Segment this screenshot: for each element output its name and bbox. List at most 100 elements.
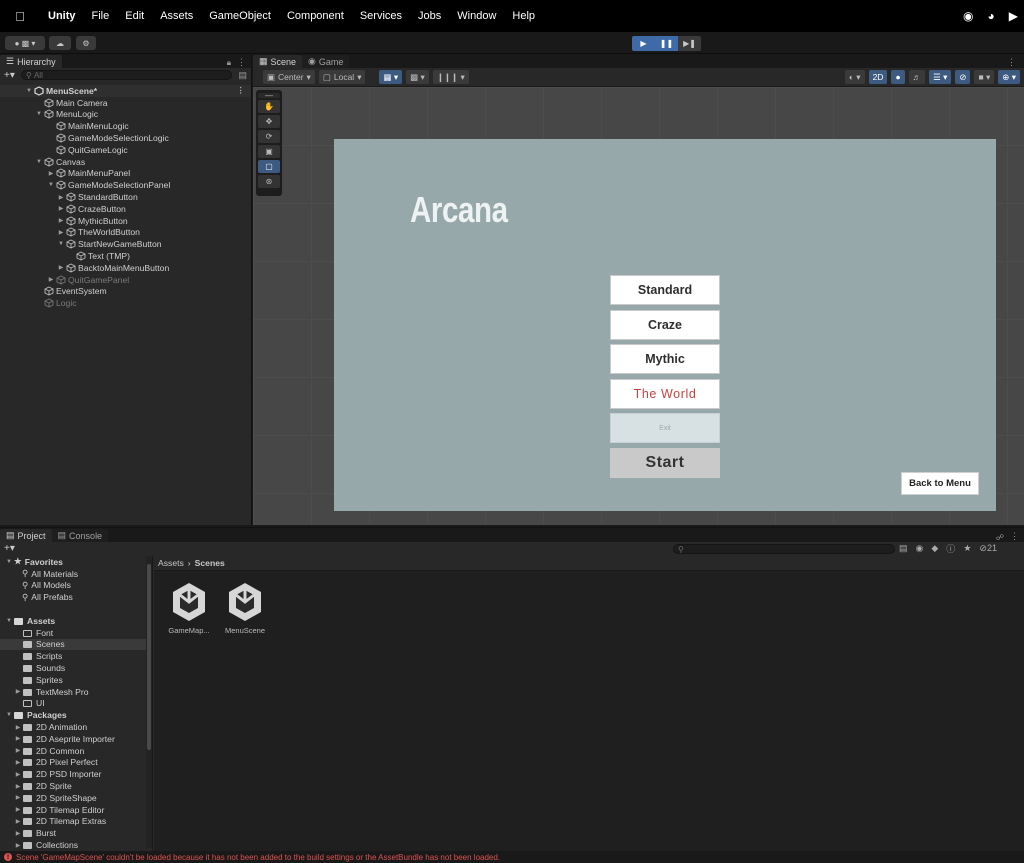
- collapsed-arrow-icon[interactable]: ▶: [13, 747, 23, 754]
- tag-icon[interactable]: ◆: [931, 543, 938, 554]
- account-button[interactable]: ● ▩ ▾: [5, 36, 45, 50]
- settings-button[interactable]: ⚙: [76, 36, 96, 50]
- project-search-input[interactable]: ⚲: [673, 544, 895, 554]
- assets-section[interactable]: ▼ Assets: [0, 615, 152, 627]
- collapsed-arrow-icon[interactable]: ▶: [13, 806, 23, 813]
- tree-item-quitgamepanel[interactable]: ▶ QuitGamePanel: [0, 274, 251, 286]
- folder-scripts[interactable]: Scripts: [0, 650, 152, 662]
- folder-scenes[interactable]: Scenes: [0, 638, 152, 651]
- back-to-menu-button[interactable]: Back to Menu: [901, 472, 979, 495]
- menu-gameobject[interactable]: GameObject: [201, 0, 279, 32]
- folder-font[interactable]: Font: [0, 627, 152, 639]
- hierarchy-search-input[interactable]: ⚲ All: [20, 70, 233, 80]
- exit-button[interactable]: Exit: [610, 413, 720, 443]
- collapsed-arrow-icon[interactable]: ▶: [13, 783, 23, 790]
- breadcrumb-assets[interactable]: Assets: [158, 558, 184, 568]
- favorite-all-models[interactable]: ⚲ All Models: [0, 580, 152, 592]
- more-options-icon[interactable]: ⋮: [1007, 57, 1016, 68]
- space-dropdown[interactable]: ▢ Local ▾: [318, 70, 366, 84]
- grid-snap-button[interactable]: ▦ ▾: [379, 70, 403, 84]
- tree-item-backtomainmenubutton[interactable]: ▶ BacktoMainMenuButton: [0, 262, 251, 274]
- standard-button[interactable]: Standard: [610, 275, 720, 305]
- scene-menu-icon[interactable]: ⋮: [236, 85, 245, 96]
- expand-arrow-icon[interactable]: ▼: [24, 88, 34, 94]
- packages-section[interactable]: ▼ Packages: [0, 709, 152, 721]
- favorite-all-prefabs[interactable]: ⚲ All Prefabs: [0, 591, 152, 603]
- favorites-section[interactable]: ▼ ★ Favorites: [0, 556, 152, 568]
- menu-file[interactable]: File: [84, 0, 118, 32]
- expand-arrow-icon[interactable]: ▼: [34, 111, 44, 117]
- tab-game[interactable]: ◉ Game: [302, 55, 350, 68]
- transform-tool-icon[interactable]: ⊛: [258, 175, 280, 188]
- tree-item-mainmenulogic[interactable]: MainMenuLogic: [0, 120, 251, 132]
- folder-ui[interactable]: UI: [0, 698, 152, 710]
- folder-textmesh-pro[interactable]: ▶ TextMesh Pro: [0, 686, 152, 698]
- package-item[interactable]: ▶ 2D Tilemap Editor: [0, 804, 152, 816]
- tree-item-menulogic[interactable]: ▼ MenuLogic: [0, 109, 251, 121]
- tree-item-theworldbutton[interactable]: ▶ TheWorldButton: [0, 227, 251, 239]
- camera-button[interactable]: ■ ▾: [974, 70, 995, 84]
- tree-item-logic[interactable]: Logic: [0, 297, 251, 309]
- info-icon[interactable]: ⓘ: [946, 542, 955, 555]
- scene-canvas[interactable]: Arcana Standard Craze Mythic The World E…: [253, 87, 1024, 525]
- tab-hierarchy[interactable]: ☰ Hierarchy: [0, 55, 62, 68]
- menu-assets[interactable]: Assets: [152, 0, 201, 32]
- draw-mode-button[interactable]: ◐ ▾: [844, 70, 865, 84]
- package-item[interactable]: ▶ 2D Tilemap Extras: [0, 816, 152, 828]
- breadcrumb-scenes[interactable]: Scenes: [195, 558, 225, 568]
- tree-item-crazebutton[interactable]: ▶ CrazeButton: [0, 203, 251, 215]
- tree-item-startnewgamebutton[interactable]: ▼ StartNewGameButton: [0, 238, 251, 250]
- scale-tool-icon[interactable]: ▣: [258, 145, 280, 158]
- mode-2d-toggle[interactable]: 2D: [868, 70, 888, 84]
- menu-window[interactable]: Window: [449, 0, 504, 32]
- align-button[interactable]: ❙❙❙ ▾: [432, 70, 469, 84]
- collapsed-arrow-icon[interactable]: ▶: [56, 264, 66, 271]
- cloud-button[interactable]: ☁: [49, 36, 71, 50]
- collapsed-arrow-icon[interactable]: ▶: [13, 794, 23, 801]
- package-item[interactable]: ▶ 2D Sprite: [0, 780, 152, 792]
- package-item[interactable]: ▶ 2D Pixel Perfect: [0, 757, 152, 769]
- step-button[interactable]: ▶❚: [678, 36, 701, 51]
- tree-item-eventsystem[interactable]: EventSystem: [0, 286, 251, 298]
- search-options-icon[interactable]: ▤: [238, 70, 247, 81]
- expand-arrow-icon[interactable]: ▼: [34, 159, 44, 165]
- collapsed-arrow-icon[interactable]: ▶: [13, 724, 23, 731]
- start-button[interactable]: Start: [610, 448, 720, 478]
- search-by-label-icon[interactable]: ◉: [916, 543, 924, 554]
- collapsed-arrow-icon[interactable]: ▶: [56, 229, 66, 236]
- package-item[interactable]: ▶ 2D Common: [0, 745, 152, 757]
- collapsed-arrow-icon[interactable]: ▶: [13, 759, 23, 766]
- collapsed-arrow-icon[interactable]: ▶: [13, 688, 23, 695]
- menu-jobs[interactable]: Jobs: [410, 0, 449, 32]
- package-item[interactable]: ▶ 2D SpriteShape: [0, 792, 152, 804]
- apple-logo-icon[interactable]: : [0, 9, 40, 24]
- tree-item-standardbutton[interactable]: ▶ StandardButton: [0, 191, 251, 203]
- package-item[interactable]: ▶ 2D Aseprite Importer: [0, 733, 152, 745]
- create-asset-button[interactable]: +▾: [4, 543, 15, 554]
- package-item[interactable]: ▶ Collections: [0, 839, 152, 851]
- collapsed-arrow-icon[interactable]: ▶: [56, 205, 66, 212]
- more-options-icon[interactable]: ⋮: [237, 57, 246, 68]
- expand-arrow-icon[interactable]: ▼: [4, 618, 14, 624]
- tab-project[interactable]: ▤ Project: [0, 529, 52, 542]
- scrollbar-thumb[interactable]: [147, 564, 151, 750]
- hand-tool-icon[interactable]: ✋: [258, 100, 280, 113]
- the-world-button[interactable]: The World: [610, 379, 720, 409]
- package-item[interactable]: ▶ 2D Animation: [0, 721, 152, 733]
- status-bar[interactable]: ! Scene 'GameMapScene' couldn't be loade…: [0, 851, 1024, 863]
- expand-arrow-icon[interactable]: ▼: [4, 559, 14, 565]
- scene-row[interactable]: ▼ MenuScene* ⋮: [0, 85, 251, 97]
- expand-arrow-icon[interactable]: ▼: [4, 712, 14, 718]
- asset-menuscene[interactable]: MenuScene: [219, 580, 271, 635]
- favorite-all-materials[interactable]: ⚲ All Materials: [0, 568, 152, 580]
- collapsed-arrow-icon[interactable]: ▶: [56, 194, 66, 201]
- collab-icon[interactable]: ◕: [988, 9, 995, 23]
- expand-arrow-icon[interactable]: ▼: [56, 241, 66, 247]
- tree-item-quitgamelogic[interactable]: QuitGameLogic: [0, 144, 251, 156]
- tree-item-gamemodeselectionlogic[interactable]: GameModeSelectionLogic: [0, 132, 251, 144]
- collapsed-arrow-icon[interactable]: ▶: [13, 842, 23, 849]
- pause-button[interactable]: ❚❚: [655, 36, 678, 51]
- play-button[interactable]: ▶: [632, 36, 655, 51]
- menu-component[interactable]: Component: [279, 0, 352, 32]
- collapsed-arrow-icon[interactable]: ▶: [46, 276, 56, 283]
